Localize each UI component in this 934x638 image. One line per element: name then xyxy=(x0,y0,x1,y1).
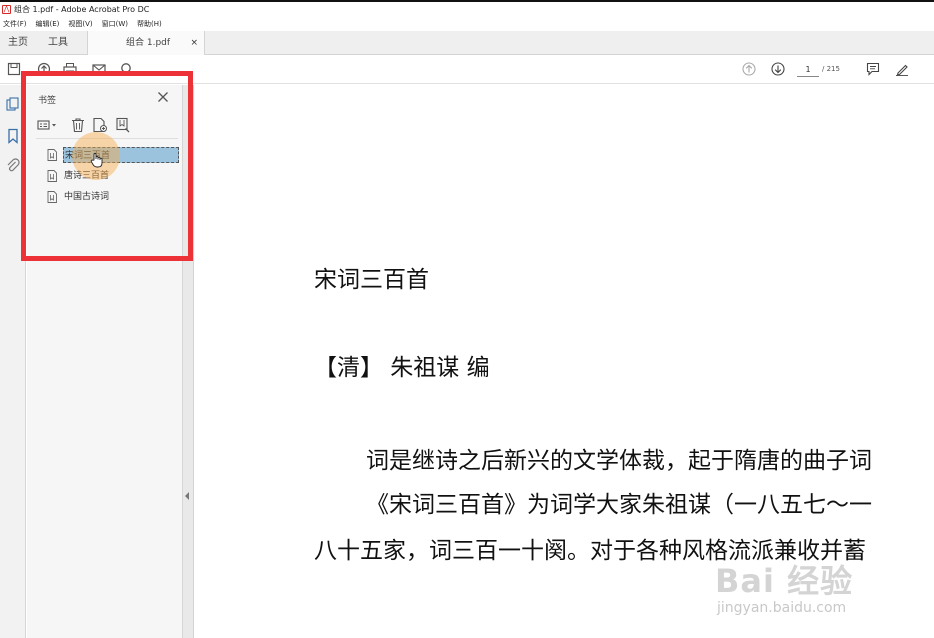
tab-home[interactable]: 主页 xyxy=(8,31,28,55)
hand-cursor-icon xyxy=(90,153,103,168)
tab-document[interactable]: 组合 1.pdf × xyxy=(87,31,205,56)
menu-edit[interactable]: 编辑(E) xyxy=(36,19,60,29)
menu-help[interactable]: 帮助(H) xyxy=(137,19,162,29)
menu-view[interactable]: 视图(V) xyxy=(68,19,92,29)
attachment-icon[interactable] xyxy=(5,158,21,174)
title-bar: ⋀ 组合 1.pdf - Adobe Acrobat Pro DC xyxy=(0,0,934,17)
tab-tools[interactable]: 工具 xyxy=(48,31,68,55)
page-thumbnails-icon[interactable] xyxy=(5,97,21,113)
window-title: 组合 1.pdf - Adobe Acrobat Pro DC xyxy=(14,5,150,14)
document-paragraph-line: 《宋词三百首》为词学大家朱祖谋（一八五七～一 xyxy=(366,492,872,518)
menu-bar: 文件(F) 编辑(E) 视图(V) 窗口(W) 帮助(H) xyxy=(0,17,934,31)
tab-close-icon[interactable]: × xyxy=(190,31,198,55)
pen-icon[interactable] xyxy=(895,62,909,76)
comment-icon[interactable] xyxy=(866,62,880,76)
bookmark-icon[interactable] xyxy=(5,128,21,144)
save-icon[interactable] xyxy=(7,62,21,76)
page-down-icon[interactable] xyxy=(771,62,785,76)
document-title: 宋词三百首 xyxy=(314,267,429,293)
tab-bar: 主页 工具 组合 1.pdf × xyxy=(0,31,934,56)
watermark-url: jingyan.baidu.com xyxy=(717,600,847,616)
tab-document-label: 组合 1.pdf xyxy=(126,38,171,48)
menu-file[interactable]: 文件(F) xyxy=(3,19,27,29)
document-paragraph-line: 词是继诗之后新兴的文学体裁，起于隋唐的曲子词 xyxy=(366,448,872,474)
document-author: 【清】 朱祖谋 编 xyxy=(314,355,490,381)
page-up-icon[interactable] xyxy=(742,62,756,76)
menu-window[interactable]: 窗口(W) xyxy=(102,19,128,29)
current-page-input[interactable]: 1 xyxy=(797,62,819,77)
acrobat-app-icon: ⋀ xyxy=(2,5,11,14)
collapse-panel-icon[interactable] xyxy=(184,491,190,501)
page-total: / 215 xyxy=(822,65,840,73)
watermark-logo: Bai 经验 xyxy=(715,562,854,600)
baidu-watermark: Bai 经验 jingyan.baidu.com xyxy=(715,556,930,634)
